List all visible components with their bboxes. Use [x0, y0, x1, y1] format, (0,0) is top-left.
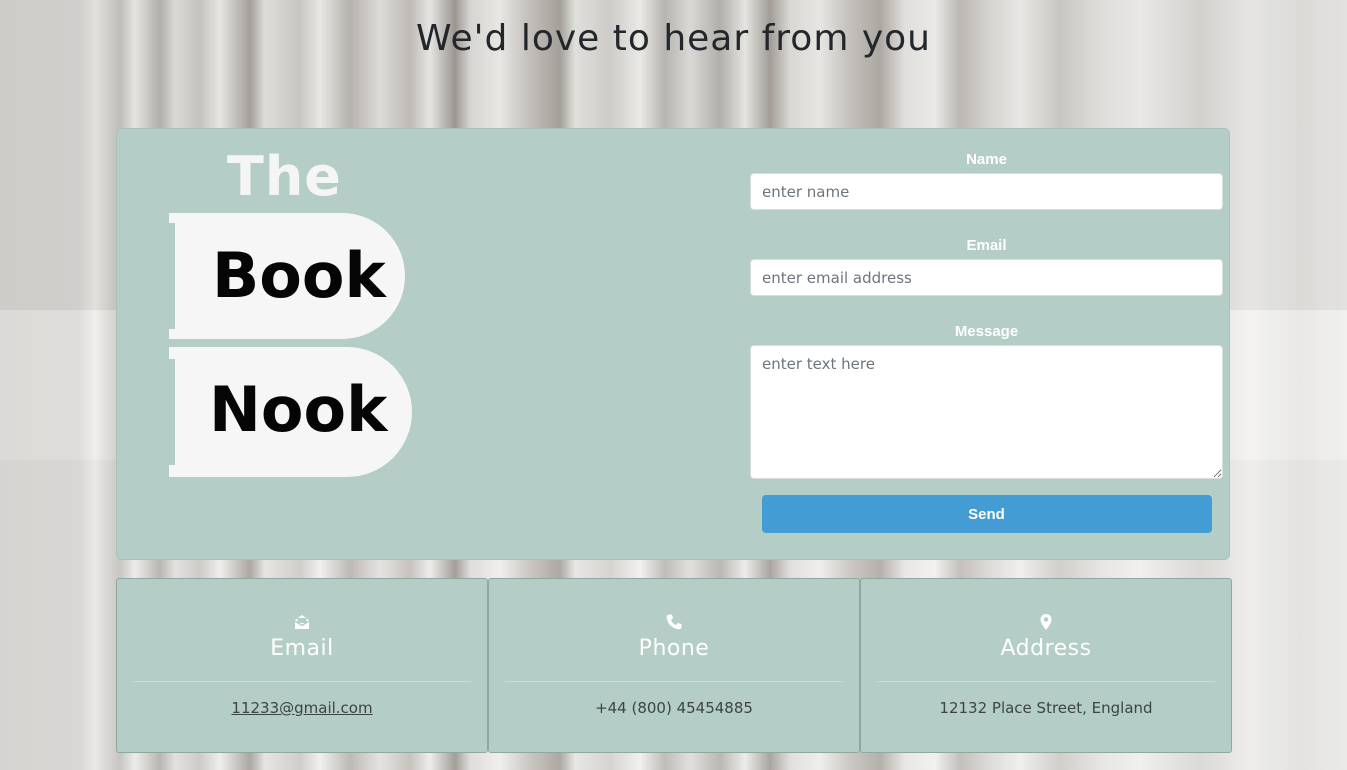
address-heading: Address: [1000, 636, 1092, 661]
email-info-card: Email 11233@gmail.com: [116, 578, 488, 753]
page-title: We'd love to hear from you: [416, 18, 931, 59]
send-button[interactable]: Send: [761, 495, 1212, 533]
map-pin-icon: [861, 613, 1231, 631]
message-label: Message: [954, 323, 1019, 340]
email-input[interactable]: [750, 259, 1223, 296]
divider: [505, 681, 843, 682]
logo-book: Book: [212, 239, 386, 312]
address-info-card: Address 12132 Place Street, England: [860, 578, 1232, 753]
address-value: 12132 Place Street, England: [939, 699, 1153, 717]
logo-nook: Nook: [209, 373, 388, 446]
phone-info-card: Phone +44 (800) 45454885: [488, 578, 860, 753]
email-heading: Email: [270, 636, 334, 661]
envelope-open-icon: [117, 613, 487, 631]
contact-card: The Book Nook Name Email Message Send: [116, 128, 1230, 560]
email-link[interactable]: 11233@gmail.com: [117, 699, 487, 717]
email-label: Email: [966, 237, 1007, 254]
name-label: Name: [966, 151, 1007, 168]
phone-icon: [489, 613, 859, 631]
phone-heading: Phone: [638, 636, 710, 661]
message-textarea[interactable]: [750, 345, 1223, 479]
divider: [877, 681, 1215, 682]
logo-the: The: [227, 145, 342, 208]
divider: [133, 681, 471, 682]
name-input[interactable]: [750, 173, 1223, 210]
book-nook-logo: The Book Nook: [167, 141, 427, 481]
contact-form: Name Email Message Send: [750, 147, 1223, 533]
phone-value: +44 (800) 45454885: [595, 699, 753, 717]
